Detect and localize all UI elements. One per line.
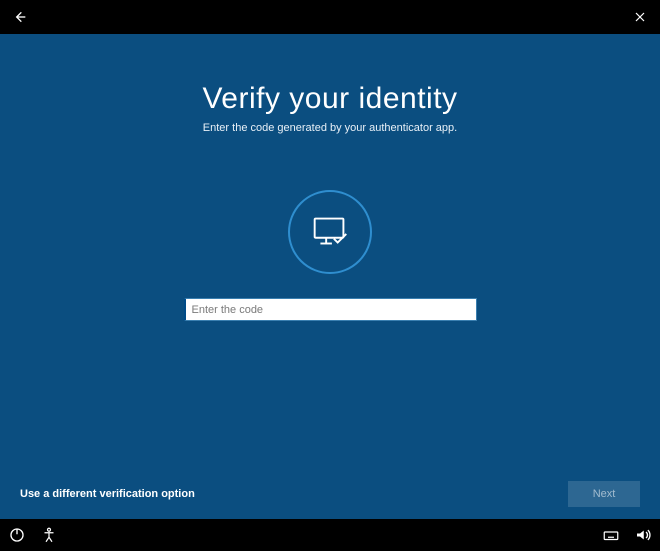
title-bar — [0, 0, 660, 34]
close-icon[interactable] — [626, 3, 654, 31]
alt-verification-link[interactable]: Use a different verification option — [20, 488, 195, 500]
keyboard-icon[interactable] — [602, 526, 620, 544]
back-icon[interactable] — [6, 3, 34, 31]
ease-of-access-icon[interactable] — [40, 526, 58, 544]
system-tray — [0, 519, 660, 551]
main-panel: Verify your identity Enter the code gene… — [0, 34, 660, 519]
next-button[interactable]: Next — [568, 481, 640, 507]
volume-icon[interactable] — [634, 526, 652, 544]
power-icon[interactable] — [8, 526, 26, 544]
page-subtitle: Enter the code generated by your authent… — [203, 122, 457, 134]
monitor-check-icon — [288, 190, 372, 274]
page-title: Verify your identity — [202, 82, 457, 116]
code-input[interactable] — [184, 298, 477, 321]
footer-row: Use a different verification option Next — [0, 481, 660, 507]
